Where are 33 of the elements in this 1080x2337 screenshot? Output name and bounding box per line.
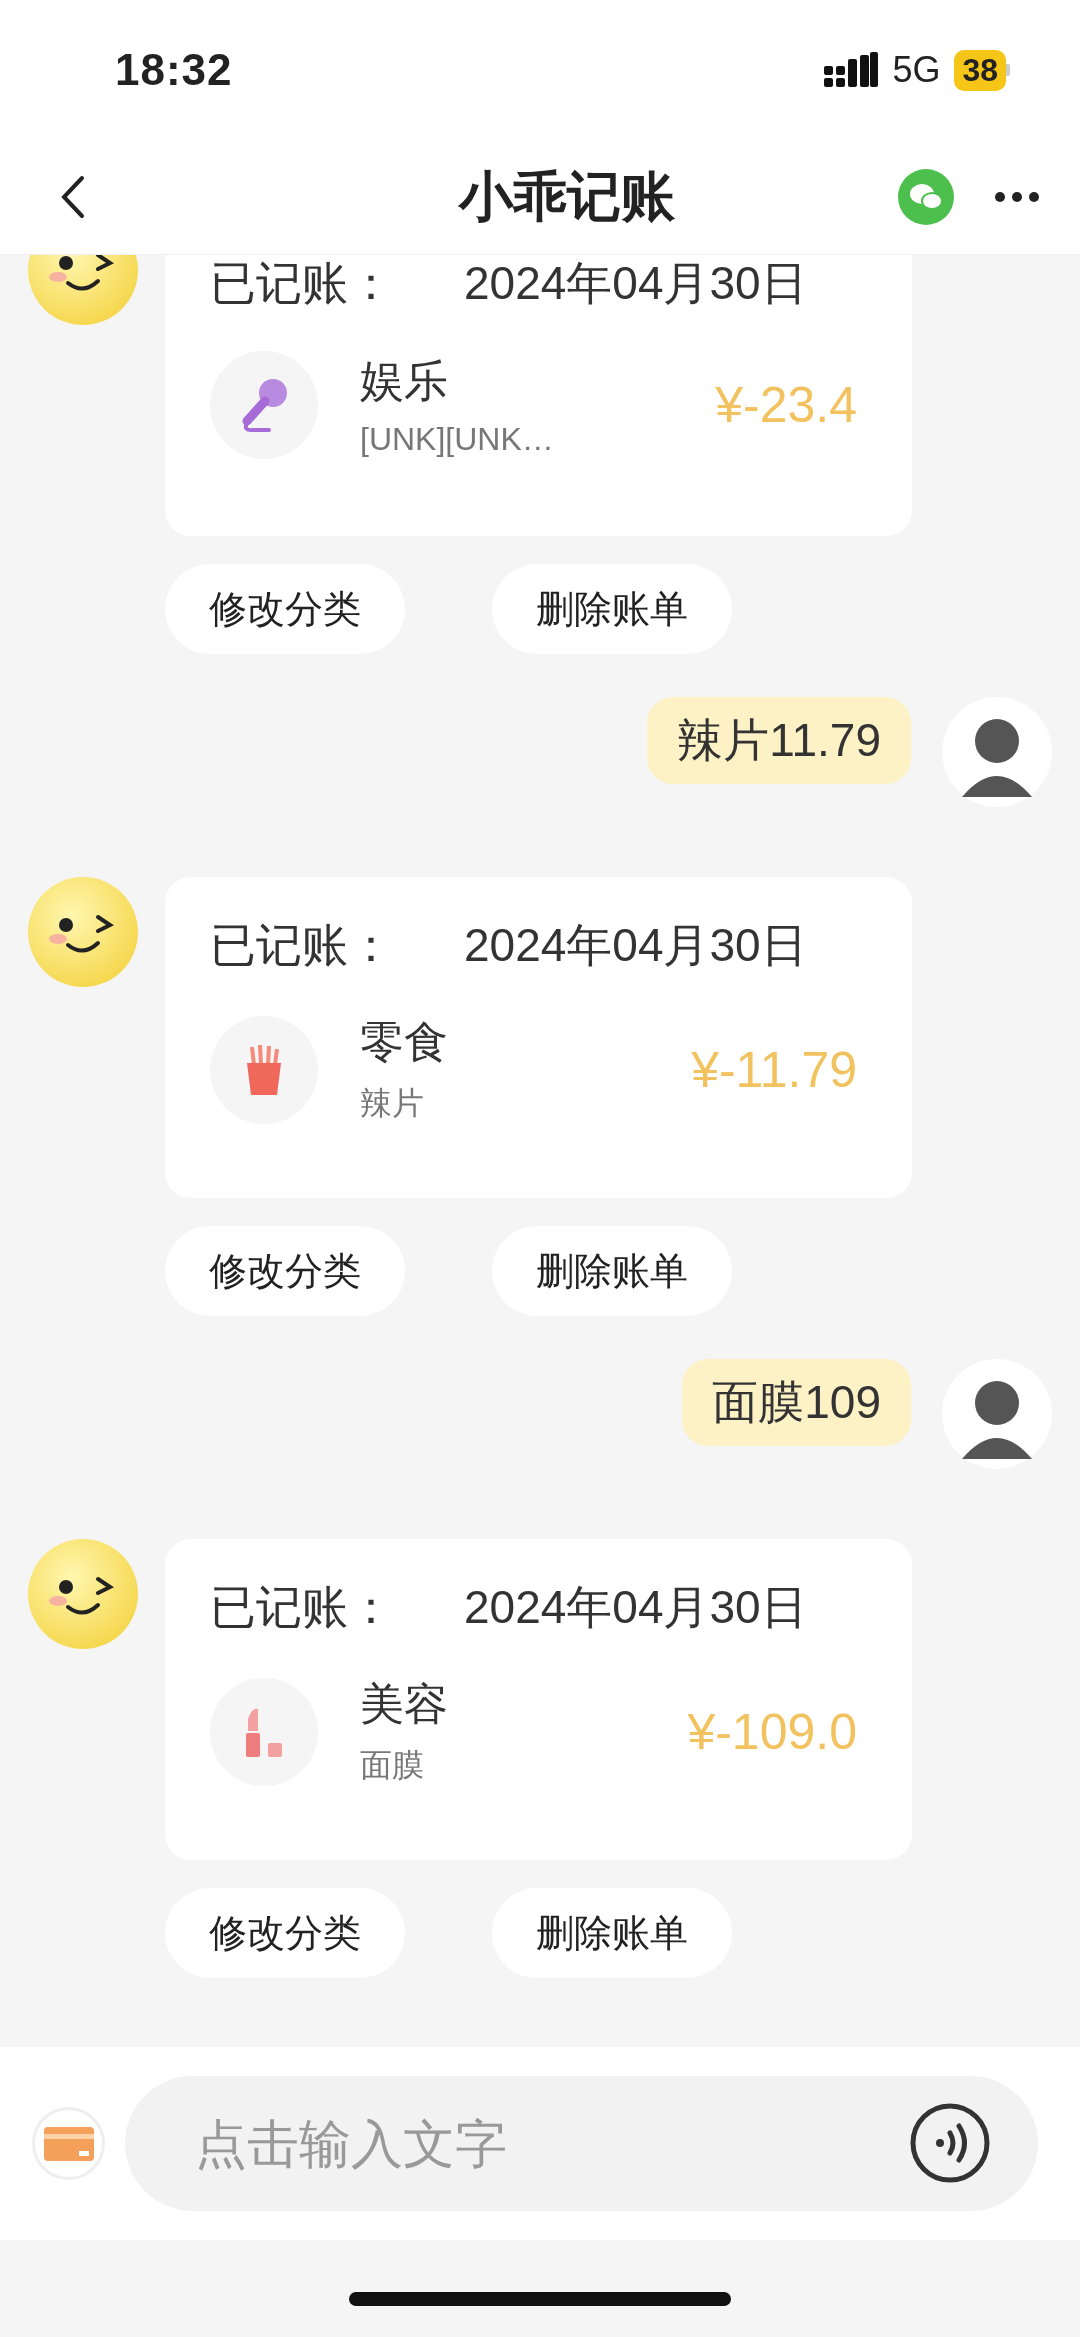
record-date: 2024年04月30日: [464, 1580, 807, 1635]
record-amount: ¥-23.4: [715, 376, 857, 434]
fries-icon: [244, 1042, 284, 1097]
signal-icon: [824, 52, 879, 88]
text-input-field[interactable]: 点击输入文字: [125, 2076, 1038, 2211]
network-label: 5G: [892, 49, 941, 91]
more-icon[interactable]: [994, 191, 1040, 203]
delete-bill-button[interactable]: 删除账单: [492, 564, 732, 654]
record-amount: ¥-11.79: [691, 1040, 857, 1099]
battery-level: 38: [954, 49, 1006, 91]
message-bubble: 面膜109: [682, 1359, 911, 1446]
edit-category-button[interactable]: 修改分类: [165, 1226, 405, 1316]
app-title: 小乖记账: [459, 164, 675, 228]
message-bubble: 辣片11.79: [647, 697, 911, 784]
voice-icon[interactable]: [910, 2103, 990, 2183]
record-amount: ¥-109.0: [687, 1702, 857, 1761]
record-note: 面膜: [360, 1746, 425, 1785]
delete-bill-button[interactable]: 删除账单: [492, 1888, 732, 1978]
category-name: 娱乐: [360, 355, 449, 407]
record-date: 2024年04月30日: [464, 918, 807, 973]
record-label: 已记账：: [210, 256, 394, 311]
status-time: 18:32: [115, 45, 233, 95]
record-label: 已记账：: [210, 918, 394, 973]
delete-bill-button[interactable]: 删除账单: [492, 1226, 732, 1316]
category-name: 零食: [360, 1016, 449, 1068]
back-icon[interactable]: [60, 175, 86, 219]
category-name: 美容: [360, 1678, 449, 1730]
record-note: [UNK][UNK…: [360, 421, 555, 458]
record-label: 已记账：: [210, 1580, 394, 1635]
record-note: 辣片: [360, 1084, 425, 1123]
edit-category-button[interactable]: 修改分类: [165, 564, 405, 654]
record-date: 2024年04月30日: [464, 256, 807, 311]
edit-category-button[interactable]: 修改分类: [165, 1888, 405, 1978]
